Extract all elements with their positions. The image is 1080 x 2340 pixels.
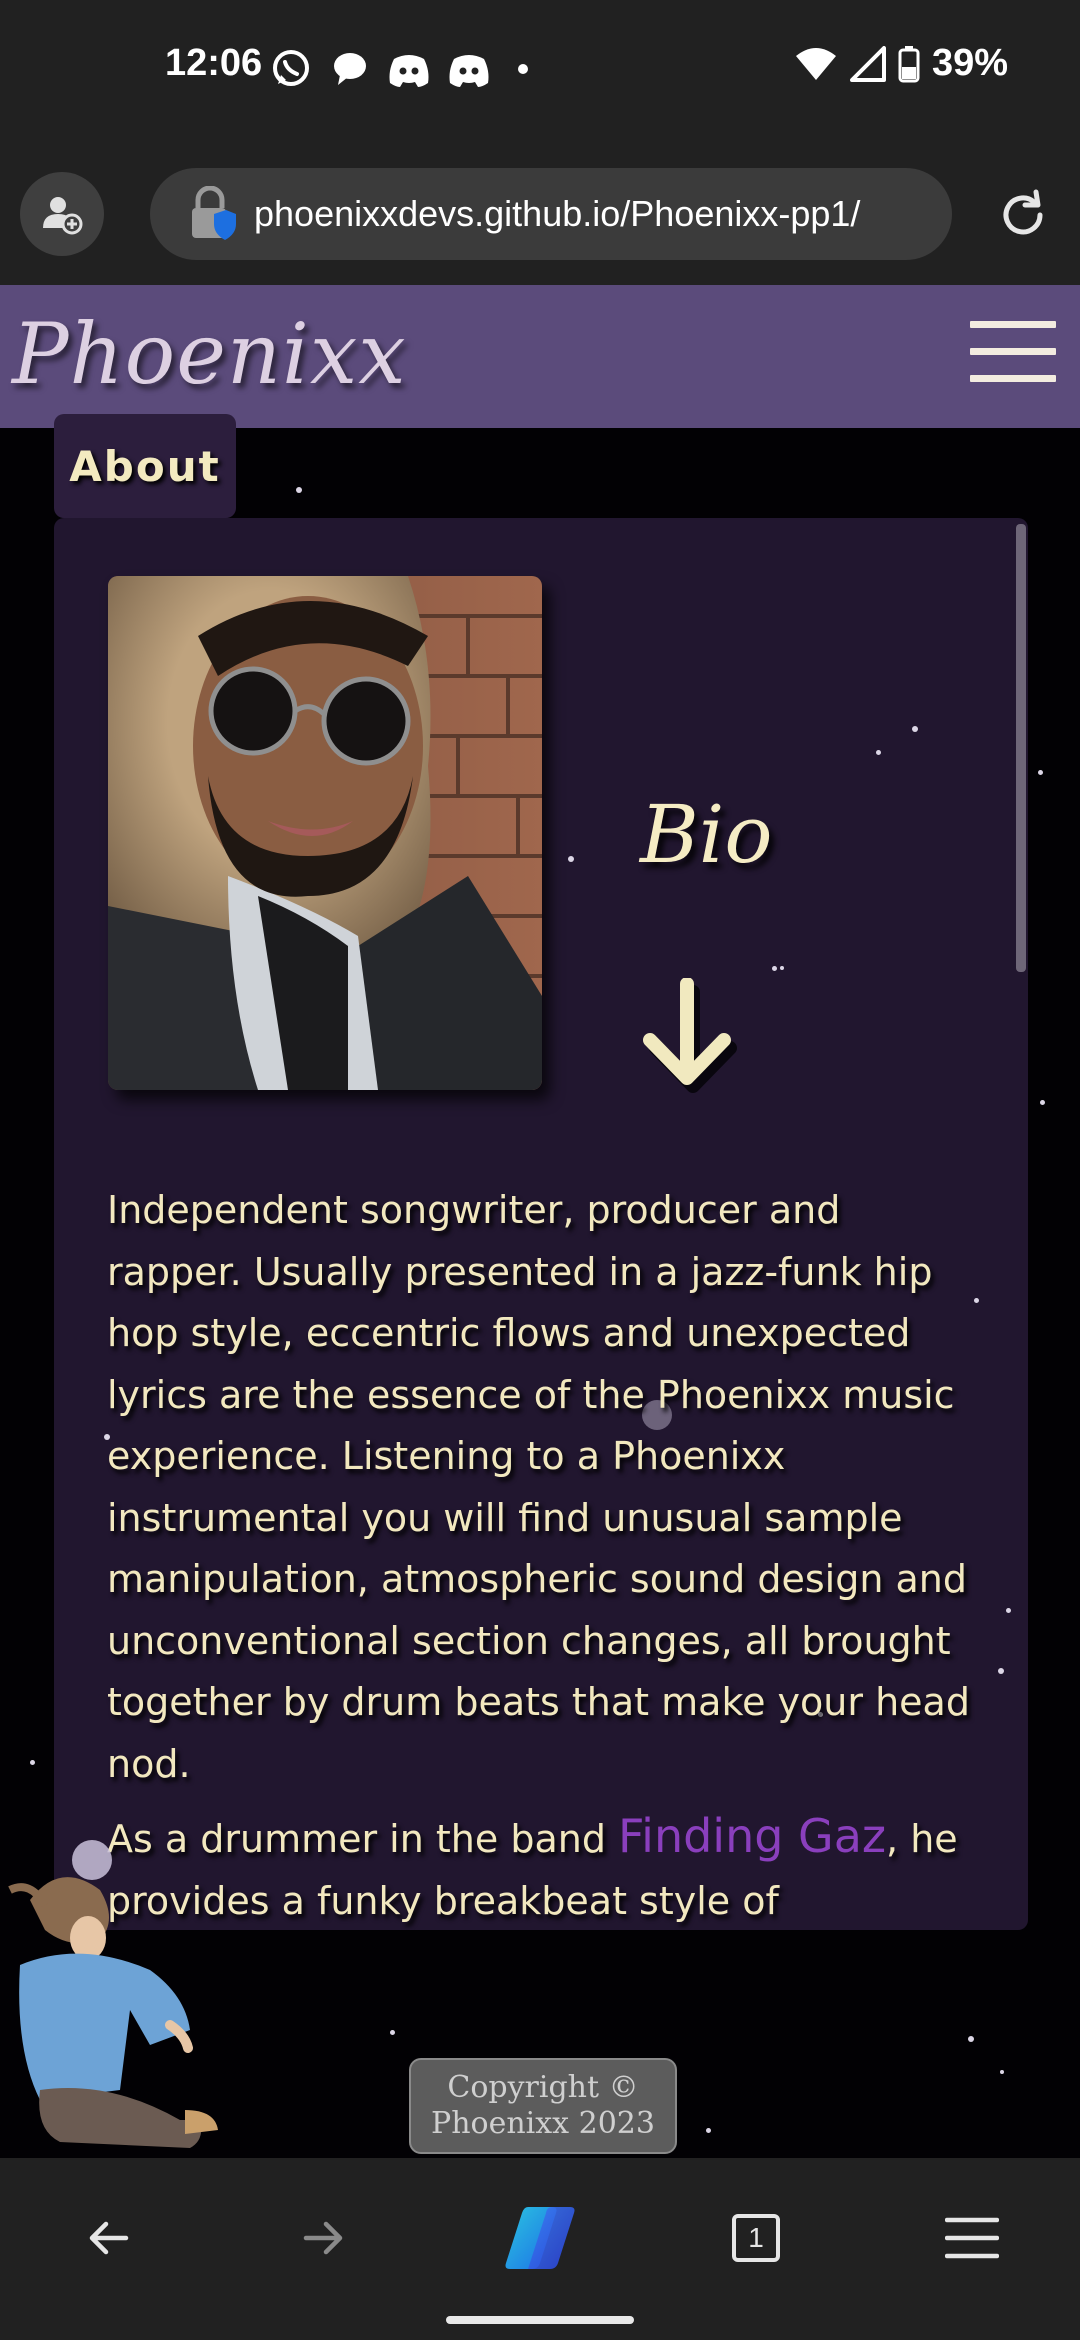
bio-text: Independent songwriter, producer and rap… [107, 1180, 987, 1930]
star [1006, 1608, 1011, 1613]
star [296, 487, 302, 493]
star [912, 726, 918, 732]
cartoon-character-illustration [8, 1840, 218, 2148]
tabs-button[interactable]: 1 [716, 2198, 796, 2278]
star [706, 2128, 711, 2133]
battery-percent: 39% [931, 42, 1008, 84]
artist-photo [108, 576, 542, 1090]
hamburger-icon[interactable] [970, 321, 1056, 383]
star [998, 1668, 1004, 1674]
discord-icon [449, 55, 489, 87]
finding-gaz-link[interactable]: Finding Gaz [618, 1809, 886, 1863]
star [772, 966, 777, 971]
wifi-icon [795, 47, 836, 80]
tab-about-label: About [69, 441, 221, 491]
copyright-line-1: Copyright © [447, 2070, 639, 2105]
star [968, 2036, 974, 2042]
bio-paragraph-1: Independent songwriter, producer and rap… [107, 1188, 970, 1786]
browser-toolbar: phoenixxdevs.github.io/Phoenixx-pp1/ [0, 140, 1080, 285]
menu-icon [945, 2217, 999, 2259]
star [390, 2030, 395, 2035]
notification-dot-icon [518, 64, 528, 74]
profile-icon [43, 197, 83, 235]
star [876, 750, 881, 755]
bio-card: Bio Independent songwriter, producer and… [54, 518, 1028, 1930]
back-button[interactable] [68, 2198, 148, 2278]
arrow-down-icon [643, 978, 737, 1093]
copilot-button[interactable] [500, 2198, 580, 2278]
url-text: phoenixxdevs.github.io/Phoenixx-pp1/ [254, 193, 861, 234]
copilot-icon [505, 2207, 575, 2269]
copyright-footer: Copyright © Phoenixx 2023 [409, 2058, 677, 2154]
browser-bottom-nav: 1 [0, 2158, 1080, 2340]
reload-icon[interactable] [996, 188, 1050, 242]
tabs-icon: 1 [732, 2214, 780, 2262]
chat-bubble-icon [334, 53, 366, 85]
copyright-line-2: Phoenixx 2023 [431, 2106, 655, 2141]
card-scrollbar[interactable] [1016, 524, 1026, 972]
artist-portrait-image [108, 576, 542, 1090]
star [568, 856, 574, 862]
app-screen: 12:06 39% phoenixxdevs.github.io/Phoenix… [0, 0, 1080, 2340]
battery-icon [898, 45, 920, 82]
star [780, 966, 784, 970]
menu-button[interactable] [932, 2198, 1012, 2278]
gesture-navigation-bar[interactable] [446, 2316, 634, 2324]
lock-shield-icon [192, 186, 236, 240]
status-bar: 12:06 39% [0, 0, 1080, 140]
star [1038, 770, 1043, 775]
signal-icon [849, 45, 886, 82]
address-bar[interactable]: phoenixxdevs.github.io/Phoenixx-pp1/ [150, 168, 952, 260]
whatsapp-icon [273, 50, 309, 86]
discord-icon [389, 55, 429, 87]
forward-arrow-icon [303, 2221, 343, 2255]
tab-about[interactable]: About [54, 414, 236, 518]
bio-heading: Bio [640, 788, 773, 881]
site-header: Phoenixx [0, 285, 1080, 428]
status-time: 12:06 [165, 42, 263, 84]
profile-button[interactable] [20, 172, 104, 256]
site-logo[interactable]: Phoenixx [12, 305, 407, 403]
star [1040, 1100, 1045, 1105]
star [1000, 2070, 1004, 2074]
back-arrow-icon [89, 2221, 129, 2255]
forward-button[interactable] [284, 2198, 364, 2278]
star [30, 1760, 35, 1765]
